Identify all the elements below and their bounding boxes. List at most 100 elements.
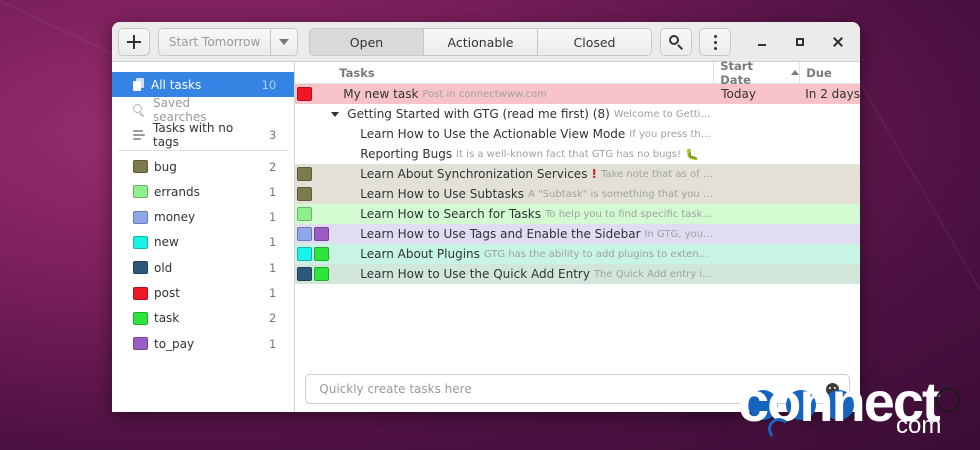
tag-color-swatch (133, 286, 148, 300)
warning-icon: ! (591, 167, 597, 181)
sidebar-item-label: Saved searches (153, 95, 207, 124)
task-main-cell: My new task Post in connectwww.com (295, 87, 713, 101)
column-due[interactable]: Due (799, 62, 832, 83)
task-title: Reporting Bugs (360, 147, 453, 161)
sidebar-item-tag-bug[interactable]: bug 2 (112, 154, 294, 179)
minimize-button[interactable] (752, 32, 772, 52)
sidebar-item-saved-searches[interactable]: Saved searches (112, 95, 294, 124)
sidebar-item-tag-post[interactable]: post 1 (112, 280, 294, 305)
task-main-cell: Learn How to Search for Tasks To help you… (295, 207, 713, 221)
tag-color-swatch (297, 187, 313, 201)
search-icon (133, 103, 145, 117)
tag-list: bug 2 errands 1 money 1 new 1 old 1 post 1 task 2 to_p… (112, 154, 294, 356)
task-main-cell: Learn How to Use the Actionable View Mod… (295, 127, 713, 141)
task-title: Learn How to Use the Quick Add Entry (360, 267, 590, 281)
tag-color-swatch (133, 311, 148, 325)
close-button[interactable] (828, 32, 848, 52)
task-row[interactable]: Learn How to Use the Actionable View Mod… (295, 124, 860, 144)
sidebar-item-label: errands (154, 184, 200, 199)
main-menu-button[interactable] (699, 28, 731, 56)
watermark-sub: com (896, 412, 942, 439)
tag-color-swatch (297, 87, 313, 101)
tag-color-swatch (133, 185, 148, 199)
task-row[interactable]: Learn How to Use Subtasks A "Subtask" is … (295, 184, 860, 204)
sidebar-item-count: 3 (268, 128, 277, 143)
task-start-date: Today (721, 87, 756, 101)
task-tag-swatches (297, 267, 330, 281)
task-row[interactable]: Reporting Bugs It is a well-known fact th… (295, 144, 860, 164)
task-tag-swatches (297, 227, 330, 241)
column-tasks[interactable]: Tasks (295, 66, 713, 80)
tag-color-swatch (133, 337, 148, 351)
start-combo-text[interactable]: Start Tomorrow (159, 35, 270, 49)
gtg-window: Start Tomorrow Open Actionable Closed Al… (112, 22, 860, 412)
maximize-button[interactable] (790, 32, 810, 52)
task-title: My new task (343, 87, 419, 101)
task-row[interactable]: Getting Started with GTG (read me first)… (295, 104, 860, 124)
task-excerpt: If you press the "Acti... (629, 128, 713, 140)
tab-open[interactable]: Open (309, 28, 424, 56)
sidebar-item-label: old (154, 260, 173, 275)
sidebar-item-label: bug (154, 159, 177, 174)
column-start-date-label: Start Date (720, 58, 753, 87)
task-excerpt: In GTG, you use t... (644, 228, 714, 240)
sidebar-item-tag-new[interactable]: new 1 (112, 230, 294, 255)
task-tag-swatches (297, 187, 313, 201)
sidebar-item-all-tasks[interactable]: All tasks 10 (112, 72, 295, 98)
task-excerpt: Take note that as of GTG... (600, 168, 713, 180)
task-row[interactable]: Learn How to Search for Tasks To help you… (295, 204, 860, 224)
task-excerpt: The Quick Add entry is the f... (593, 268, 713, 280)
sidebar-item-tag-old[interactable]: old 1 (112, 255, 294, 280)
task-tag-swatches (297, 167, 313, 181)
expander-icon[interactable] (331, 111, 340, 117)
task-main-cell: Getting Started with GTG (read me first)… (295, 107, 713, 121)
sidebar-item-tag-to-pay[interactable]: to_pay 1 (112, 331, 294, 356)
task-row[interactable]: Learn About Synchronization Services! Tak… (295, 164, 860, 184)
tag-color-swatch (297, 227, 313, 241)
search-button[interactable] (660, 28, 692, 56)
add-task-button[interactable] (118, 28, 150, 56)
sidebar-item-tag-errands[interactable]: errands 1 (112, 179, 294, 204)
task-title: Learn About Plugins (360, 247, 480, 261)
sidebar-item-count: 1 (268, 336, 277, 351)
start-date-combo[interactable]: Start Tomorrow (158, 28, 298, 56)
task-row[interactable]: Learn How to Use Tags and Enable the Sid… (295, 224, 860, 244)
tab-actionable[interactable]: Actionable (423, 28, 538, 56)
tag-color-swatch (297, 247, 313, 261)
tag-color-swatch (314, 247, 330, 261)
headerbar: Start Tomorrow Open Actionable Closed (112, 22, 860, 62)
sidebar-item-tag-task[interactable]: task 2 (112, 306, 294, 331)
bug-icon: 🐛 (685, 147, 699, 161)
tab-closed[interactable]: Closed (537, 28, 652, 56)
view-switcher: Open Actionable Closed (309, 28, 652, 56)
task-title: Getting Started with GTG (read me first)… (347, 107, 610, 121)
wifi-icon (768, 418, 790, 440)
sidebar-item-label: new (154, 235, 179, 250)
column-start-date[interactable]: Start Date (713, 59, 800, 87)
task-main-cell: Reporting Bugs It is a well-known fact th… (295, 147, 713, 161)
task-tag-swatches (297, 247, 330, 261)
task-tag-swatches (297, 87, 313, 101)
tag-color-swatch (297, 167, 313, 181)
kebab-menu-icon (713, 34, 717, 50)
sidebar-item-count: 10 (261, 77, 277, 92)
task-rows: My new task Post in connectwww.com Today In… (295, 84, 860, 284)
start-combo-dropdown-button[interactable] (270, 29, 297, 55)
quick-add-input[interactable] (319, 382, 800, 396)
task-tag-swatches (297, 207, 313, 221)
task-row[interactable]: Learn About Plugins GTG has the ability t… (295, 244, 860, 264)
sidebar-item-label: All tasks (151, 77, 202, 92)
task-row[interactable]: Learn How to Use the Quick Add Entry The … (295, 264, 860, 284)
sidebar-item-count: 1 (268, 210, 277, 225)
task-excerpt: To help you to find specific tasks mo... (544, 208, 713, 220)
sidebar: All tasks 10 Saved searches Tasks with n… (112, 62, 296, 412)
sidebar-item-tag-money[interactable]: money 1 (112, 204, 294, 229)
task-title: Learn How to Use Tags and Enable the Sid… (360, 227, 641, 241)
wallpaper-line (858, 80, 980, 341)
sidebar-item-count: 1 (268, 235, 277, 250)
task-list-pane: Tasks Start Date Due My new task Post in … (295, 59, 860, 412)
sidebar-separator (118, 149, 289, 151)
sidebar-item-no-tags[interactable]: Tasks with no tags 3 (112, 121, 294, 149)
task-row[interactable]: My new task Post in connectwww.com Today In… (295, 84, 860, 104)
task-due-date: In 2 days (805, 87, 860, 101)
